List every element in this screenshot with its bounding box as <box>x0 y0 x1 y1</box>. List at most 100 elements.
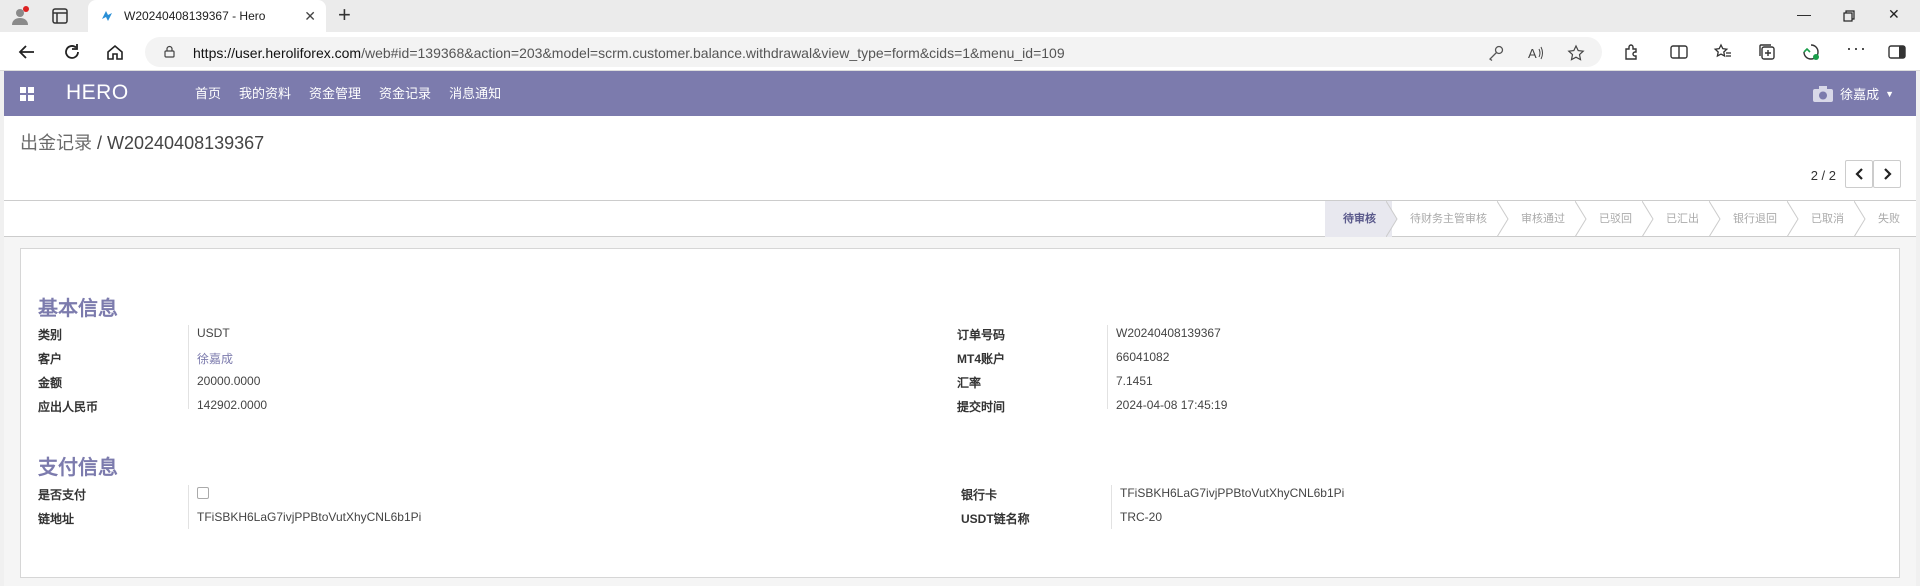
control-panel: 出金记录 / W20240408139367 2 / 2 <box>4 116 1916 201</box>
menu-item-home[interactable]: 首页 <box>186 71 230 116</box>
pager-previous-button[interactable] <box>1845 160 1873 188</box>
field-row-submit-time: 提交时间 2024-04-08 17:45:19 <box>957 398 1657 418</box>
url-path: /web#id=139368&action=203&model=scrm.cus… <box>361 45 1065 61</box>
field-label: MT4账户 <box>957 352 1006 366</box>
browser-tab-bar: W20240408139367 - Hero ✕ + — ✕ <box>0 0 1920 32</box>
stage-arrow-icon <box>1497 201 1509 237</box>
url-text: https://user.heroliforex.com/web#id=1393… <box>193 45 1065 61</box>
field-row-amount: 金额 20000.0000 <box>38 374 738 394</box>
field-row-bank-card: 银行卡 TFiSBKH6LaG7ivjPPBtoVutXhyCNL6b1Pi <box>961 486 1661 506</box>
stage-bank-returned[interactable]: 银行退回 <box>1715 201 1799 237</box>
collections-icon[interactable] <box>1757 42 1777 62</box>
apps-menu-icon[interactable] <box>20 87 34 101</box>
field-value: USDT <box>197 326 230 340</box>
breadcrumb-parent[interactable]: 出金记录 <box>20 133 92 153</box>
password-key-icon[interactable] <box>1487 44 1505 62</box>
tab-title: W20240408139367 - Hero <box>124 9 266 23</box>
field-value: 7.1451 <box>1116 374 1153 388</box>
field-label: 金额 <box>38 376 63 390</box>
field-row-order-number: 订单号码 W20240408139367 <box>957 326 1657 346</box>
stage-cancelled[interactable]: 已取消 <box>1793 201 1866 237</box>
stage-arrow-icon <box>1386 201 1398 237</box>
stage-label: 已汇出 <box>1666 213 1699 225</box>
favorite-star-icon[interactable] <box>1567 44 1585 62</box>
stage-remitted[interactable]: 已汇出 <box>1648 201 1721 237</box>
pager-value[interactable]: 2 / 2 <box>1811 168 1836 183</box>
field-label: 应出人民币 <box>38 400 99 414</box>
chevron-right-icon <box>1884 168 1892 180</box>
breadcrumb: 出金记录 / W20240408139367 <box>20 129 264 155</box>
field-row-mt4-account: MT4账户 66041082 <box>957 350 1657 370</box>
field-value: TFiSBKH6LaG7ivjPPBtoVutXhyCNL6b1Pi <box>197 510 422 524</box>
brand-logo[interactable]: HERO <box>66 81 129 105</box>
sidebar-toggle-icon[interactable] <box>1887 42 1907 62</box>
close-tab-icon[interactable]: ✕ <box>304 8 316 24</box>
minimize-icon[interactable]: — <box>1797 6 1811 22</box>
menu-item-notifications[interactable]: 消息通知 <box>440 71 510 116</box>
user-name: 徐嘉成 <box>1840 87 1880 102</box>
home-icon[interactable] <box>104 41 126 63</box>
browser-essentials-icon[interactable] <box>1801 42 1821 62</box>
field-label: 客户 <box>38 352 63 366</box>
user-menu[interactable]: 徐嘉成 ▼ <box>1812 71 1894 116</box>
is-paid-checkbox[interactable] <box>197 487 209 499</box>
split-screen-icon[interactable] <box>1669 42 1689 62</box>
stage-label: 审核通过 <box>1521 213 1565 225</box>
form-sheet: 基本信息 类别 USDT 客户 徐嘉成 金额 20000.0000 应出人民币 … <box>20 248 1900 578</box>
pager-next-button[interactable] <box>1873 160 1901 188</box>
stage-label: 已取消 <box>1811 213 1844 225</box>
field-value: 20000.0000 <box>197 374 261 388</box>
restore-icon[interactable] <box>1843 10 1855 22</box>
menu-item-fund-management[interactable]: 资金管理 <box>300 71 370 116</box>
section-title-payment-info: 支付信息 <box>38 457 118 479</box>
menu-item-profile[interactable]: 我的资料 <box>230 71 300 116</box>
read-aloud-icon[interactable]: A <box>1527 44 1545 62</box>
extensions-icon[interactable] <box>1622 42 1642 62</box>
field-label: 是否支付 <box>38 488 87 502</box>
field-value: W20240408139367 <box>1116 326 1221 340</box>
more-options-icon[interactable]: ··· <box>1846 38 1866 58</box>
browser-address-bar: https://user.heroliforex.com/web#id=1393… <box>0 32 1920 71</box>
menu-item-fund-records[interactable]: 资金记录 <box>370 71 440 116</box>
tab-actions-icon[interactable] <box>50 6 70 26</box>
stage-label: 银行退回 <box>1733 213 1777 225</box>
field-row-chain-address: 链地址 TFiSBKH6LaG7ivjPPBtoVutXhyCNL6b1Pi <box>38 510 738 530</box>
section-title-basic-info: 基本信息 <box>38 298 118 320</box>
stage-rejected[interactable]: 已驳回 <box>1581 201 1654 237</box>
field-label: 汇率 <box>957 376 982 390</box>
browser-tab-active[interactable]: W20240408139367 - Hero ✕ <box>88 0 326 32</box>
field-row-usdt-chain: USDT链名称 TRC-20 <box>961 510 1661 530</box>
stage-approved[interactable]: 审核通过 <box>1503 201 1587 237</box>
field-row-category: 类别 USDT <box>38 326 738 346</box>
main-menu: 首页 我的资料 资金管理 资金记录 消息通知 <box>186 71 510 116</box>
field-label: 订单号码 <box>957 328 1006 342</box>
field-row-is-paid: 是否支付 <box>38 486 738 506</box>
close-window-icon[interactable]: ✕ <box>1888 6 1900 23</box>
stage-failed[interactable]: 失败 <box>1860 201 1916 237</box>
stage-label: 已驳回 <box>1599 213 1632 225</box>
customer-link[interactable]: 徐嘉成 <box>197 350 233 367</box>
refresh-icon[interactable] <box>61 41 83 63</box>
back-icon[interactable] <box>16 41 38 63</box>
field-label: 银行卡 <box>961 488 998 502</box>
svg-text:A: A <box>1528 46 1537 61</box>
profile-avatar-icon[interactable] <box>10 6 30 26</box>
site-favicon-icon <box>102 11 112 21</box>
field-value: 66041082 <box>1116 350 1170 364</box>
field-row-exchange-rate: 汇率 7.1451 <box>957 374 1657 394</box>
field-value: TRC-20 <box>1120 510 1163 524</box>
stage-arrow-icon <box>1709 201 1721 237</box>
url-field[interactable]: https://user.heroliforex.com/web#id=1393… <box>145 37 1602 67</box>
stage-label: 失败 <box>1878 213 1900 225</box>
new-tab-icon[interactable]: + <box>338 4 351 26</box>
status-bar: 待审核 待财务主管审核 审核通过 已驳回 已汇出 银行退回 已取消 失败 <box>4 201 1916 237</box>
top-navbar: HERO 首页 我的资料 资金管理 资金记录 消息通知 徐嘉成 ▼ <box>4 71 1916 116</box>
field-label: USDT链名称 <box>961 512 1030 526</box>
stage-pending-finance[interactable]: 待财务主管审核 <box>1392 201 1509 237</box>
favorites-icon[interactable] <box>1713 42 1733 62</box>
field-row-rmb-amount: 应出人民币 142902.0000 <box>38 398 738 418</box>
field-value: 142902.0000 <box>197 398 268 412</box>
breadcrumb-separator: / <box>92 133 108 153</box>
lock-icon[interactable] <box>163 45 176 58</box>
stage-pending-review[interactable]: 待审核 <box>1325 201 1398 237</box>
